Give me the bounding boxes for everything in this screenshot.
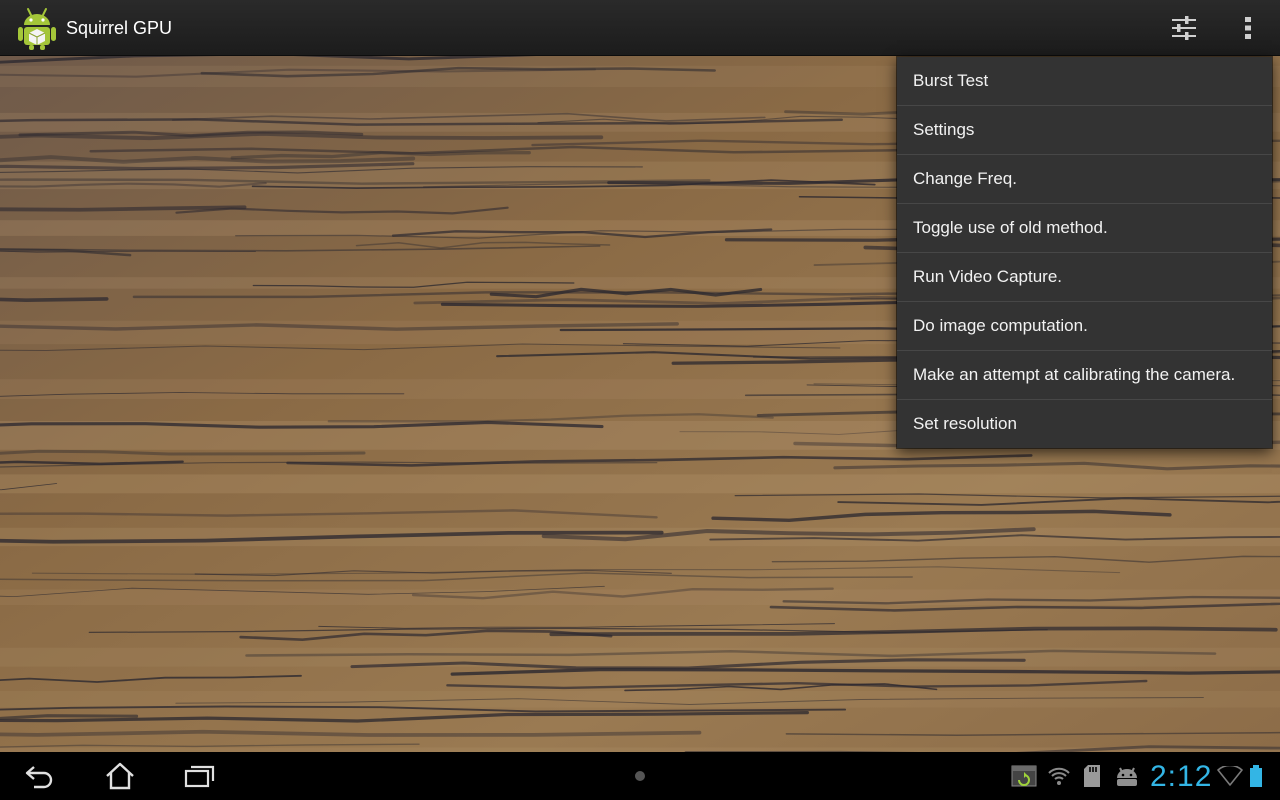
sliders-icon[interactable] [1156, 0, 1212, 56]
wood-light-band [0, 589, 1280, 606]
menu-item-toggle-old-method[interactable]: Toggle use of old method. [897, 204, 1272, 253]
menu-item-burst-test[interactable]: Burst Test [897, 57, 1272, 106]
android-robot-icon[interactable] [16, 6, 58, 50]
wifi-signal-icon[interactable] [1216, 764, 1244, 788]
system-bar: 2:12 [0, 752, 1280, 800]
overflow-menu: Burst Test Settings Change Freq. Toggle … [897, 57, 1272, 448]
screenshot-notification-icon[interactable] [1010, 764, 1038, 788]
menu-item-image-computation[interactable]: Do image computation. [897, 302, 1272, 351]
lights-out-dot [635, 771, 645, 781]
wood-light-band [0, 690, 1280, 708]
wood-light-band [0, 474, 1280, 494]
battery-icon[interactable] [1246, 764, 1266, 788]
status-clock[interactable]: 2:12 [1150, 752, 1212, 800]
recent-apps-icon[interactable] [164, 752, 236, 800]
menu-item-settings[interactable]: Settings [897, 106, 1272, 155]
action-bar: Squirrel GPU [0, 0, 1280, 56]
sd-card-icon[interactable] [1080, 764, 1104, 788]
app-screen: Squirrel GPU Burst Test Settings Change … [0, 0, 1280, 800]
home-icon[interactable] [84, 752, 156, 800]
menu-item-change-freq[interactable]: Change Freq. [897, 155, 1272, 204]
android-debug-icon[interactable] [1112, 764, 1142, 788]
menu-item-set-resolution[interactable]: Set resolution [897, 400, 1272, 448]
menu-item-calibrate-camera[interactable]: Make an attempt at calibrating the camer… [897, 351, 1272, 400]
vertical-dots-icon[interactable] [1224, 0, 1272, 56]
menu-item-run-video-capture[interactable]: Run Video Capture. [897, 253, 1272, 302]
app-title: Squirrel GPU [66, 18, 173, 38]
back-arrow-icon[interactable] [4, 752, 76, 800]
wifi-notification-icon[interactable] [1046, 764, 1072, 788]
